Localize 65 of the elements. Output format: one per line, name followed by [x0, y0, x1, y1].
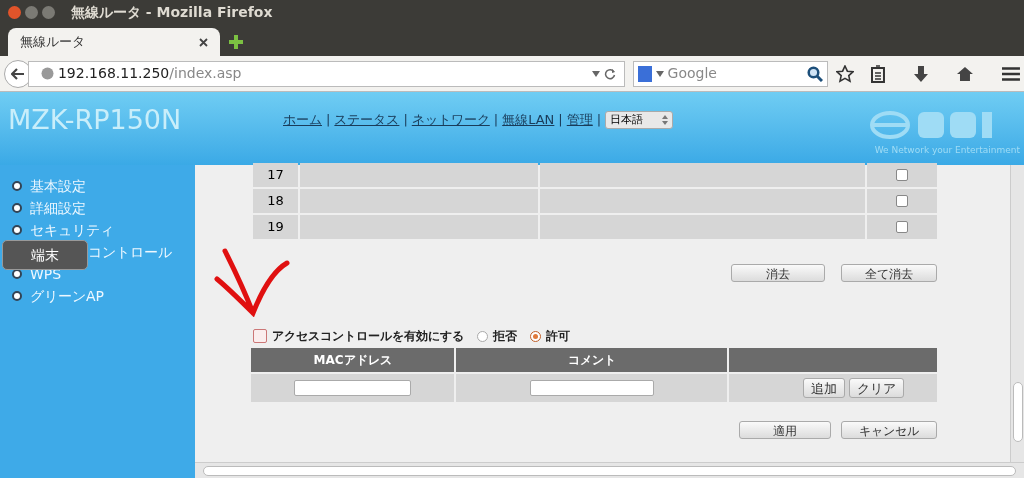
bullet-icon: [12, 203, 22, 213]
reload-icon[interactable]: [603, 67, 616, 80]
globe-icon: [40, 67, 54, 80]
nav-separator: |: [326, 111, 331, 129]
table-button[interactable]: 追加: [802, 378, 845, 398]
tagline: We Network your Entertainment: [874, 144, 1020, 157]
search-field[interactable]: Google: [632, 60, 829, 87]
bullet-icon: [12, 291, 22, 301]
bullet-icon: [12, 225, 22, 235]
tooltip: 端末: [2, 240, 88, 270]
horizontal-scrollbar[interactable]: [195, 462, 1024, 478]
search-engine-icon[interactable]: [637, 65, 652, 82]
home-icon[interactable]: [956, 65, 975, 82]
search-placeholder: Google: [667, 64, 718, 83]
vertical-scrollbar[interactable]: [1010, 165, 1024, 462]
page-button[interactable]: キャンセル: [841, 421, 937, 439]
nav-link[interactable]: ホーム: [283, 110, 322, 130]
table-cell: 18: [253, 189, 298, 213]
search-icon[interactable]: [807, 65, 824, 82]
table-cell: 17: [253, 163, 298, 187]
table-cell: 19: [253, 215, 298, 239]
download-icon[interactable]: [914, 65, 929, 82]
model-name: MZK-RP150N: [8, 106, 183, 133]
checkbox[interactable]: [896, 195, 908, 207]
checkbox[interactable]: [896, 169, 908, 181]
nav-separator: |: [596, 111, 602, 129]
comment-field[interactable]: [529, 380, 654, 396]
close-icon[interactable]: [199, 37, 208, 47]
dropdown-icon[interactable]: [655, 70, 664, 77]
mac-address-field[interactable]: [294, 380, 411, 396]
checkbox-label: アクセスコントロールを有効にする: [272, 328, 464, 345]
page-button[interactable]: 適用: [739, 421, 831, 439]
browser-tab[interactable]: 無線ルータ: [8, 28, 220, 56]
plus-icon[interactable]: [228, 34, 244, 50]
checkbox[interactable]: [253, 329, 267, 343]
dropdown-icon[interactable]: [591, 70, 600, 77]
radio-button[interactable]: [477, 330, 488, 342]
nav-link[interactable]: 無線LAN: [502, 110, 555, 130]
star-icon[interactable]: [836, 64, 855, 83]
nav-link[interactable]: ネットワーク: [411, 110, 490, 130]
page-button[interactable]: 全て消去: [841, 264, 937, 282]
radio-label: 拒否: [493, 328, 517, 345]
language-select[interactable]: 日本語: [605, 110, 674, 129]
page-button[interactable]: 消去: [731, 264, 825, 282]
spinner-icon: [662, 114, 669, 125]
nav-separator: |: [558, 111, 563, 129]
column-header: コメント: [456, 348, 727, 372]
nav-link[interactable]: ステータス: [334, 110, 400, 130]
address-field[interactable]: 192.168.11.250/index.asp: [27, 60, 625, 87]
nav-link[interactable]: 管理: [566, 110, 593, 130]
radio-label: 許可: [546, 328, 570, 345]
maximize-icon[interactable]: [42, 5, 55, 19]
back-arrow-icon: [10, 67, 25, 80]
clipboard-icon[interactable]: [870, 64, 887, 83]
bullet-icon: [12, 181, 22, 191]
minimize-icon[interactable]: [25, 5, 38, 19]
menu-icon[interactable]: [1002, 66, 1020, 81]
radio-button[interactable]: [530, 330, 541, 342]
table-button[interactable]: クリア: [848, 378, 904, 398]
url-text: 192.168.11.250/index.asp: [57, 64, 242, 83]
nav-separator: |: [403, 111, 408, 129]
column-header: MACアドレス: [251, 348, 454, 372]
window-title: 無線ルータ - Mozilla Firefox: [71, 2, 273, 22]
nav-separator: |: [493, 111, 499, 129]
checkbox[interactable]: [896, 221, 908, 233]
